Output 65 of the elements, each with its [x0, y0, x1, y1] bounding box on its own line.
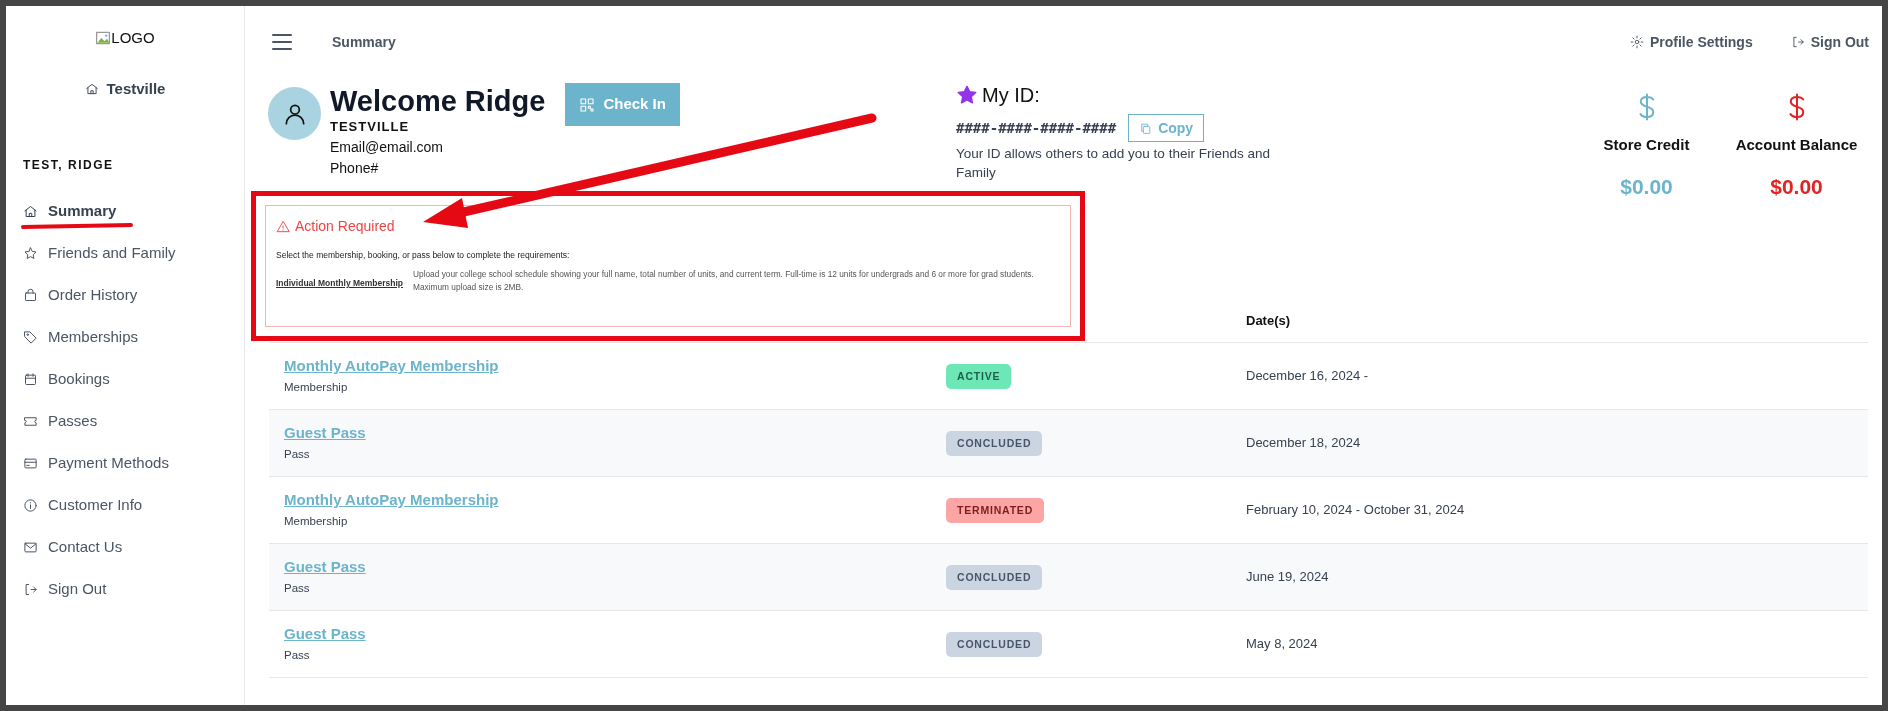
my-id-title: My ID:	[982, 83, 1040, 108]
broken-image-icon	[95, 30, 112, 46]
item-type: Pass	[284, 580, 311, 596]
item-type: Membership	[284, 379, 349, 395]
header-link[interactable]: Profile Settings	[1630, 31, 1753, 53]
sidebar-item[interactable]: Friends and Family	[23, 232, 244, 275]
status-badge: CONCLUDED	[946, 564, 1043, 591]
sidebar-item[interactable]: Order History	[23, 274, 244, 317]
copy-icon	[1139, 121, 1153, 135]
date-text: May 8, 2024	[1246, 635, 1318, 654]
status-badge: ACTIVE	[946, 363, 1012, 390]
home-icon	[84, 82, 99, 97]
info-icon	[23, 498, 38, 513]
sidebar-item[interactable]: Memberships	[23, 316, 244, 359]
sidebar-item[interactable]: Customer Info	[23, 484, 244, 527]
item-type: Membership	[284, 513, 349, 529]
qr-code-icon	[579, 96, 596, 113]
status-badge: TERMINATED	[946, 497, 1045, 524]
menu-button[interactable]	[272, 34, 292, 50]
home-icon	[23, 204, 38, 219]
sign-out-icon	[23, 582, 38, 597]
star-icon	[956, 84, 978, 106]
sidebar-item[interactable]: Summary	[23, 190, 244, 233]
balance-label: Store Credit	[1603, 135, 1690, 155]
membership-link[interactable]: Individual Monthly Membership	[276, 276, 404, 290]
date-text: December 18, 2024	[1246, 434, 1361, 453]
id-description: Your ID allows others to add you to their Friends and Family	[956, 145, 1271, 182]
balance-label: Account Balance	[1735, 135, 1858, 155]
balance-amount: $0.00	[1620, 173, 1673, 200]
location-label: TESTVILLE	[330, 118, 411, 136]
status-badge: CONCLUDED	[946, 430, 1043, 457]
column-header: Date(s)	[1246, 312, 1291, 331]
sidebar-item[interactable]: Contact Us	[23, 526, 244, 569]
date-text: February 10, 2024 - October 31, 2024	[1246, 501, 1465, 520]
requirement-text: Upload your college school schedule showing your full name, total number of units, and current term. Full-time is 12 units for undergrads and 6 or more for grad students. Maximum upload size is 2MB.	[413, 267, 1035, 295]
item-type: Pass	[284, 647, 311, 663]
card-icon	[23, 456, 38, 471]
status-badge: CONCLUDED	[946, 631, 1043, 658]
sidebar-item[interactable]: Payment Methods	[23, 442, 244, 485]
sign-out-icon	[1790, 35, 1805, 49]
location-name: Testville	[106, 79, 166, 99]
ticket-icon	[23, 414, 38, 429]
email-text: Email@email.com	[330, 138, 444, 157]
phone-text: Phone#	[330, 159, 380, 178]
broken-image: LOGO	[95, 26, 155, 50]
calendar-icon	[23, 372, 38, 387]
date-text: June 19, 2024	[1246, 568, 1329, 587]
balance-amount: $0.00	[1770, 173, 1823, 200]
sidebar-item[interactable]: Bookings	[23, 358, 244, 401]
item-type: Pass	[284, 446, 311, 462]
sidebar-item[interactable]: Passes	[23, 400, 244, 443]
action-required-title: Action Required	[295, 217, 395, 236]
star-icon	[23, 246, 38, 261]
date-text: December 16, 2024 -	[1246, 367, 1369, 386]
instruction-text: Select the membership, booking, or pass below to complete the requirements:	[276, 249, 571, 262]
user-name: TEST, RIDGE	[23, 156, 115, 174]
welcome-heading: Welcome Ridge	[330, 84, 546, 119]
envelope-icon	[23, 540, 38, 555]
warning-icon	[276, 219, 290, 234]
bag-icon	[23, 288, 38, 303]
id-number: ####-####-####-####	[956, 118, 1117, 138]
tag-icon	[23, 330, 38, 345]
sidebar-item[interactable]: Sign Out	[23, 568, 244, 611]
header-link[interactable]: Sign Out	[1790, 31, 1869, 53]
page-title: Summary	[332, 32, 396, 52]
